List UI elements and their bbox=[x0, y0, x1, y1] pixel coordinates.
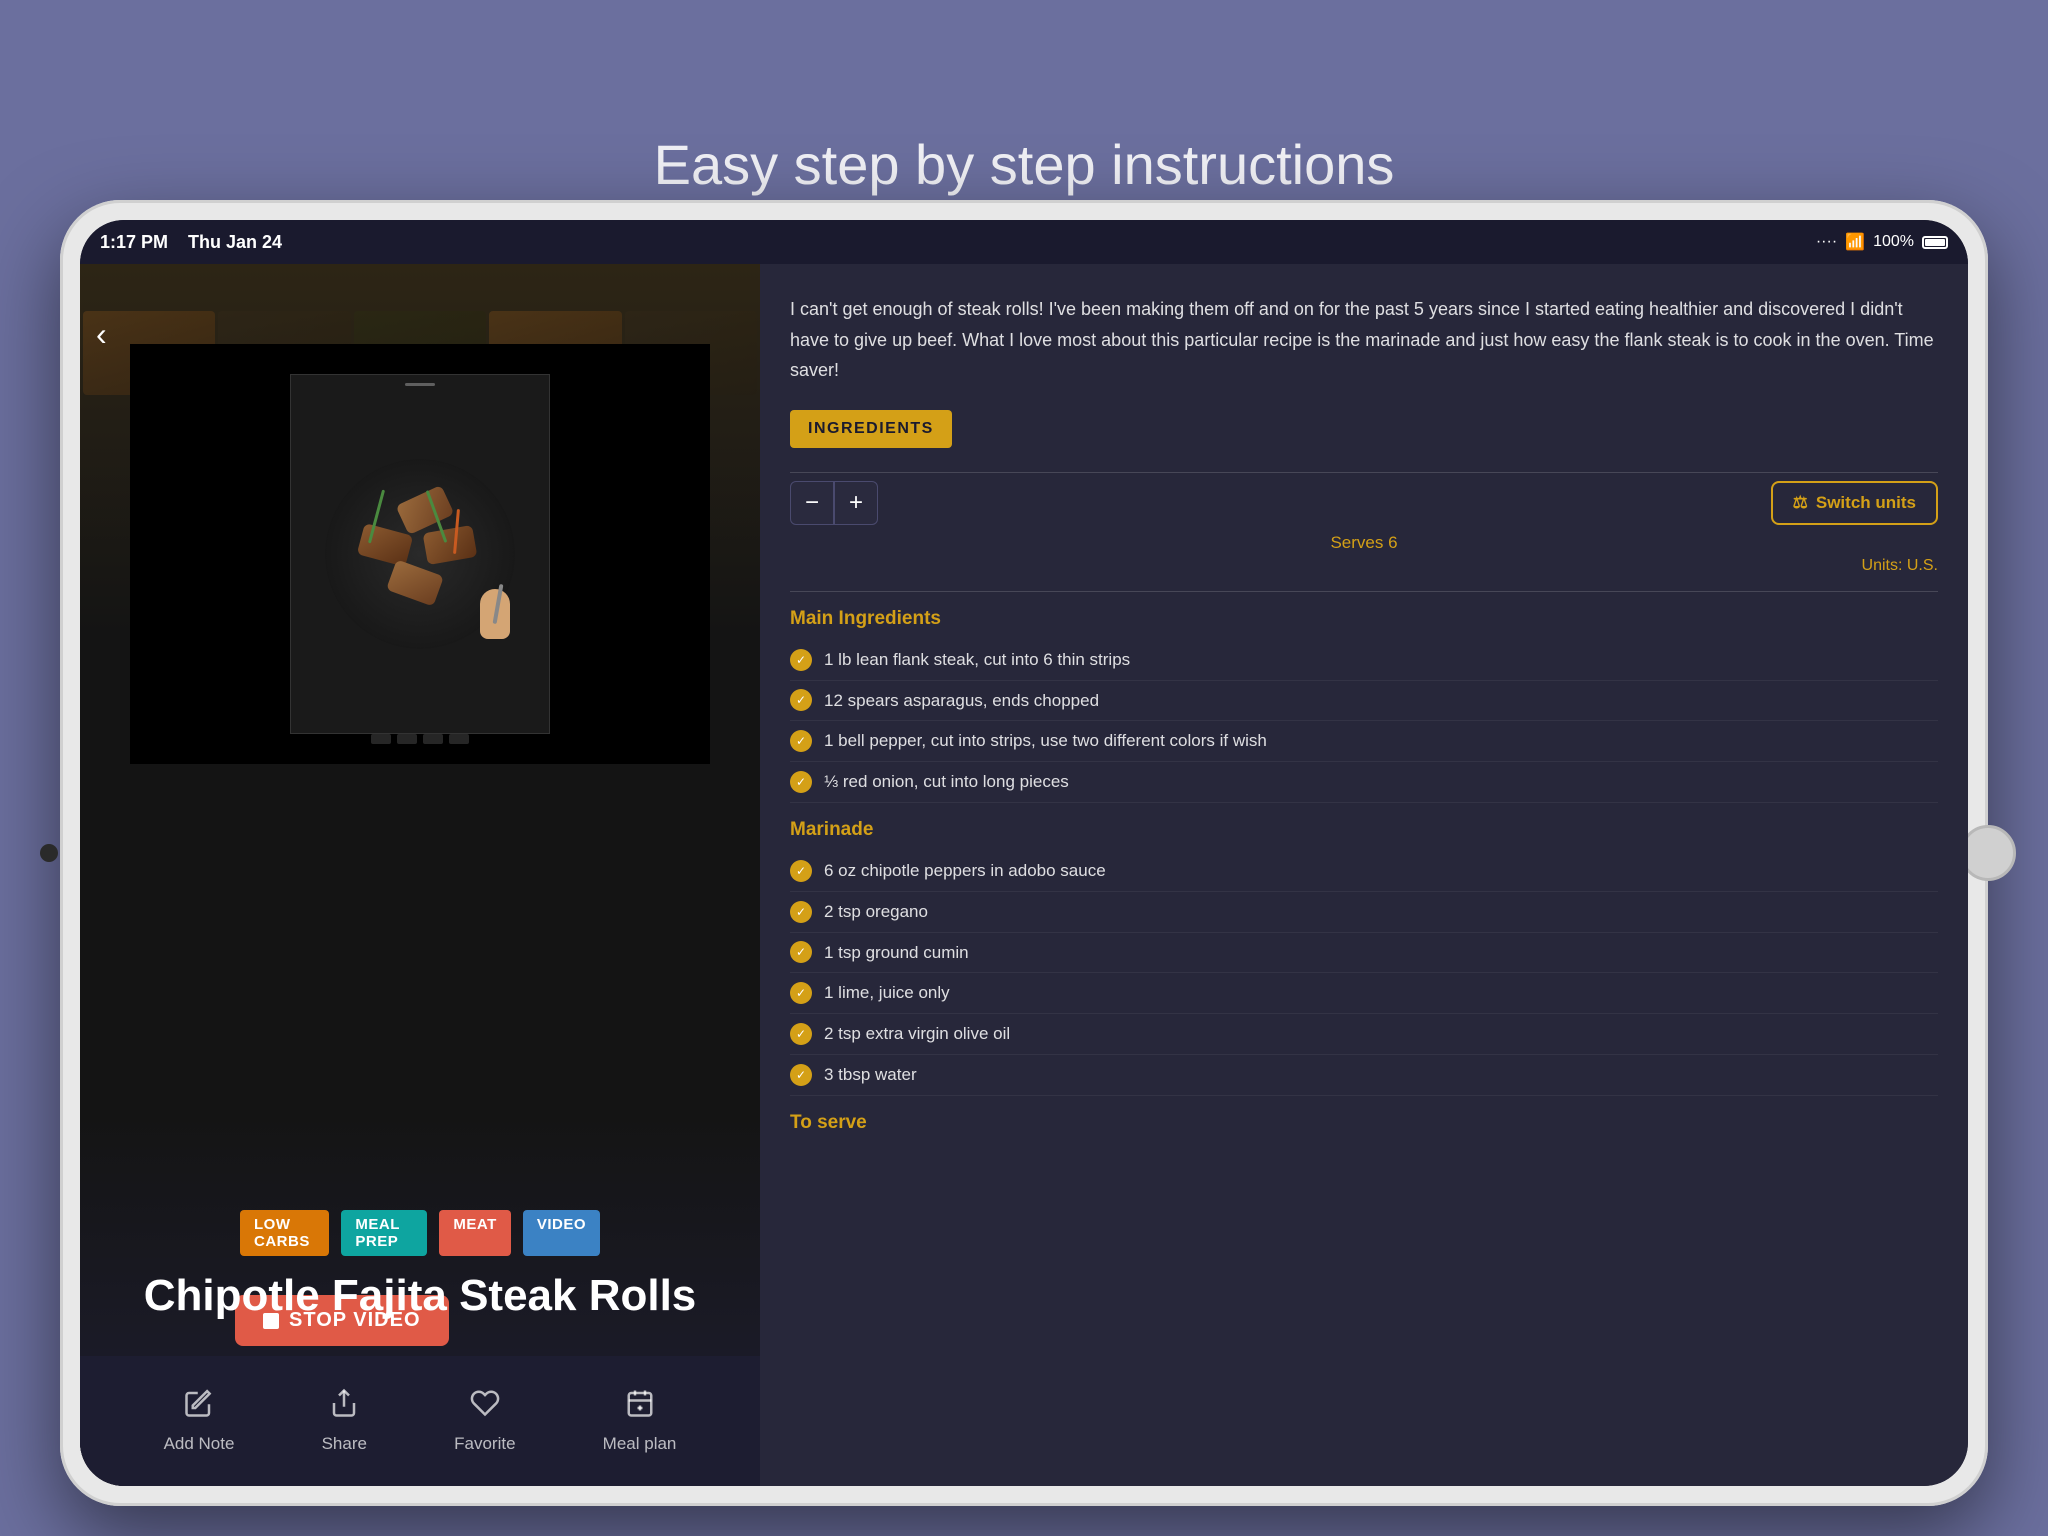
left-panel: ‹ bbox=[80, 264, 760, 1486]
ipad-camera bbox=[40, 844, 58, 862]
main-ingredients-title: Main Ingredients bbox=[790, 608, 1938, 630]
status-time: 1:17 PM Thu Jan 24 bbox=[100, 232, 282, 253]
meal-plan-button[interactable]: Meal plan bbox=[603, 1388, 677, 1454]
servings-controls: − + bbox=[790, 481, 878, 525]
ingredient-item: ✓ 1 lb lean flank steak, cut into 6 thin… bbox=[790, 640, 1938, 681]
share-button[interactable]: Share bbox=[322, 1388, 367, 1454]
header-subtitle: Easy step by step instructions bbox=[0, 132, 2048, 197]
check-icon: ✓ bbox=[790, 1064, 812, 1086]
ingredient-item: ✓ 3 tbsp water bbox=[790, 1055, 1938, 1096]
servings-text: Serves 6 bbox=[790, 533, 1938, 553]
add-note-button[interactable]: Add Note bbox=[164, 1388, 235, 1454]
tag-meat: MEAT bbox=[439, 1210, 510, 1256]
back-button[interactable]: ‹ bbox=[96, 316, 107, 353]
share-icon bbox=[329, 1388, 359, 1426]
ingredient-text: 1 lb lean flank steak, cut into 6 thin s… bbox=[824, 648, 1130, 672]
check-icon: ✓ bbox=[790, 860, 812, 882]
check-icon: ✓ bbox=[790, 771, 812, 793]
ingredient-text: 2 tsp oregano bbox=[824, 900, 928, 924]
ingredient-text: 1 bell pepper, cut into strips, use two … bbox=[824, 729, 1267, 753]
recipe-title-left: Chipotle Fajita Steak Rolls bbox=[80, 1271, 760, 1321]
video-frame bbox=[290, 374, 550, 734]
increase-servings-button[interactable]: + bbox=[834, 481, 878, 525]
check-icon: ✓ bbox=[790, 649, 812, 671]
bottom-actions: Add Note Share bbox=[80, 1356, 760, 1486]
to-serve-title: To serve bbox=[790, 1112, 1938, 1134]
units-text: Units: U.S. bbox=[790, 557, 1938, 575]
food-image bbox=[310, 424, 530, 684]
battery-text: 100% bbox=[1873, 233, 1914, 251]
video-container bbox=[130, 344, 710, 764]
ipad-frame: 1:17 PM Thu Jan 24 ···· 📶 100% bbox=[60, 200, 1988, 1506]
ingredient-text: 1 lime, juice only bbox=[824, 981, 950, 1005]
ingredient-item: ✓ ⅓ red onion, cut into long pieces bbox=[790, 762, 1938, 803]
ingredient-item: ✓ 1 tsp ground cumin bbox=[790, 933, 1938, 974]
heart-icon bbox=[470, 1388, 500, 1426]
check-icon: ✓ bbox=[790, 941, 812, 963]
ingredient-item: ✓ 6 oz chipotle peppers in adobo sauce bbox=[790, 851, 1938, 892]
ipad-screen: 1:17 PM Thu Jan 24 ···· 📶 100% bbox=[80, 220, 1968, 1486]
recipe-description: I can't get enough of steak rolls! I've … bbox=[790, 294, 1938, 386]
decrease-servings-button[interactable]: − bbox=[790, 481, 834, 525]
ingredient-text: ⅓ red onion, cut into long pieces bbox=[824, 770, 1069, 794]
separator bbox=[790, 472, 1938, 473]
scale-icon: ⚖ bbox=[1793, 493, 1808, 513]
wifi-icon: 📶 bbox=[1845, 232, 1865, 252]
ingredient-text: 6 oz chipotle peppers in adobo sauce bbox=[824, 859, 1106, 883]
add-note-label: Add Note bbox=[164, 1434, 235, 1454]
check-icon: ✓ bbox=[790, 730, 812, 752]
ingredient-text: 12 spears asparagus, ends chopped bbox=[824, 689, 1099, 713]
check-icon: ✓ bbox=[790, 689, 812, 711]
status-right: ···· 📶 100% bbox=[1816, 232, 1948, 252]
tag-video: VIDEO bbox=[523, 1210, 600, 1256]
check-icon: ✓ bbox=[790, 1023, 812, 1045]
tags-area: LOW CARBS MEAL PREP MEAT VIDEO bbox=[80, 1210, 760, 1256]
ingredient-item: ✓ 12 spears asparagus, ends chopped bbox=[790, 681, 1938, 722]
switch-units-button[interactable]: ⚖ Switch units bbox=[1771, 481, 1938, 525]
tag-low-carbs: LOW CARBS bbox=[240, 1210, 329, 1256]
meal-plan-label: Meal plan bbox=[603, 1434, 677, 1454]
ingredient-item: ✓ 1 lime, juice only bbox=[790, 973, 1938, 1014]
battery-icon bbox=[1922, 236, 1948, 249]
tag-meal-prep: MEAL PREP bbox=[341, 1210, 427, 1256]
ingredients-header: INGREDIENTS bbox=[790, 410, 952, 448]
share-label: Share bbox=[322, 1434, 367, 1454]
calendar-plus-icon bbox=[625, 1388, 655, 1426]
servings-row: − + ⚖ Switch units bbox=[790, 481, 1938, 525]
right-panel: I can't get enough of steak rolls! I've … bbox=[760, 264, 1968, 1486]
check-icon: ✓ bbox=[790, 982, 812, 1004]
ingredient-item: ✓ 2 tsp extra virgin olive oil bbox=[790, 1014, 1938, 1055]
signal-icon: ···· bbox=[1816, 233, 1837, 251]
favorite-label: Favorite bbox=[454, 1434, 515, 1454]
ingredient-item: ✓ 1 bell pepper, cut into strips, use tw… bbox=[790, 721, 1938, 762]
marinade-title: Marinade bbox=[790, 819, 1938, 841]
ingredient-text: 2 tsp extra virgin olive oil bbox=[824, 1022, 1010, 1046]
status-bar: 1:17 PM Thu Jan 24 ···· 📶 100% bbox=[80, 220, 1968, 264]
favorite-button[interactable]: Favorite bbox=[454, 1388, 515, 1454]
separator-2 bbox=[790, 591, 1938, 592]
ipad-home-button[interactable] bbox=[1960, 825, 2016, 881]
ingredient-item: ✓ 2 tsp oregano bbox=[790, 892, 1938, 933]
check-icon: ✓ bbox=[790, 901, 812, 923]
pencil-icon bbox=[184, 1388, 214, 1426]
ingredient-text: 1 tsp ground cumin bbox=[824, 941, 969, 965]
ingredient-text: 3 tbsp water bbox=[824, 1063, 917, 1087]
